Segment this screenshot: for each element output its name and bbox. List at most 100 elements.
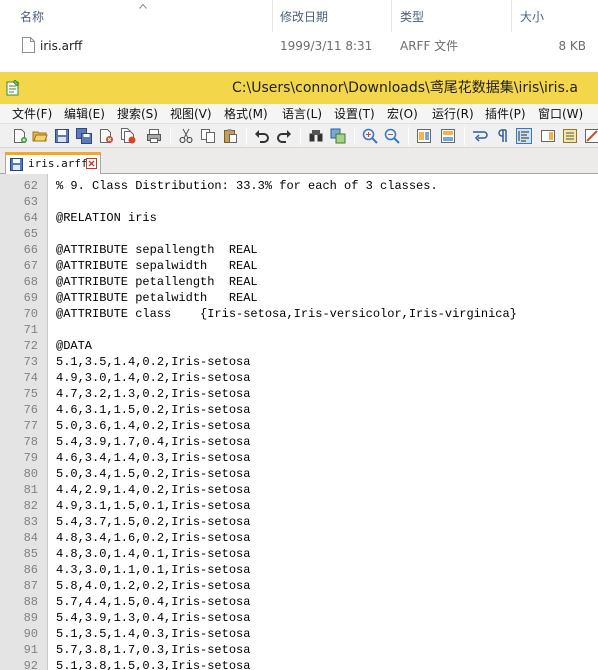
code-line[interactable]: 66 @ATTRIBUTE sepallength REAL (0, 242, 598, 258)
close-file-icon[interactable] (98, 128, 114, 144)
text-editor[interactable]: 62 % 9. Class Distribution: 33.3% for eac… (0, 174, 598, 670)
code-line[interactable]: 87 5.8,4.0,1.2,0.2,Iris-setosa (0, 578, 598, 594)
function-list-icon[interactable] (562, 128, 578, 144)
column-divider[interactable] (272, 0, 273, 32)
code-line[interactable]: 86 4.3,3.0,1.1,0.1,Iris-setosa (0, 562, 598, 578)
zoom-in-icon[interactable] (362, 128, 378, 144)
code-line[interactable]: 82 4.9,3.1,1.5,0.1,Iris-setosa (0, 498, 598, 514)
toolbar (0, 124, 598, 148)
line-text: 4.9,3.0,1.4,0.2,Iris-setosa (56, 371, 251, 385)
code-line[interactable]: 79 4.6,3.4,1.4,0.3,Iris-setosa (0, 450, 598, 466)
save-icon[interactable] (54, 128, 70, 144)
zoom-out-icon[interactable] (384, 128, 400, 144)
line-text: 5.4,3.7,1.5,0.2,Iris-setosa (56, 515, 251, 529)
menu-file[interactable]: 文件(F) (12, 104, 52, 124)
line-number: 85 (23, 547, 38, 561)
file-name: iris.arff (40, 39, 83, 53)
indent-guide-icon[interactable] (516, 128, 532, 144)
replace-icon[interactable] (330, 128, 346, 144)
menu-plugins[interactable]: 插件(P) (485, 104, 526, 124)
line-text: 5.4,3.9,1.7,0.4,Iris-setosa (56, 435, 251, 449)
column-header-type[interactable]: 类型 (400, 0, 510, 32)
tab-iris-arff[interactable]: iris.arff (5, 152, 101, 174)
column-header-size[interactable]: 大小 (520, 0, 598, 32)
toolbar-separator (246, 127, 247, 145)
code-line[interactable]: 69 @ATTRIBUTE petalwidth REAL (0, 290, 598, 306)
new-file-icon[interactable] (12, 128, 28, 144)
code-line[interactable]: 91 5.7,3.8,1.7,0.3,Iris-setosa (0, 642, 598, 658)
line-text: 4.6,3.1,1.5,0.2,Iris-setosa (56, 403, 251, 417)
code-line[interactable]: 73 5.1,3.5,1.4,0.2,Iris-setosa (0, 354, 598, 370)
column-header-row: 名称 修改日期 类型 大小 (0, 0, 598, 32)
code-line[interactable]: 72 @DATA (0, 338, 598, 354)
column-header-date[interactable]: 修改日期 (280, 0, 390, 32)
code-line[interactable]: 71 (0, 322, 598, 338)
code-line[interactable]: 63 (0, 194, 598, 210)
menu-bar: 文件(F) 编辑(E) 搜索(S) 视图(V) 格式(M) 语言(L) 设置(T… (0, 104, 598, 124)
menu-macro[interactable]: 宏(O) (387, 104, 418, 124)
code-line[interactable]: 75 4.7,3.2,1.3,0.2,Iris-setosa (0, 386, 598, 402)
code-line[interactable]: 74 4.9,3.0,1.4,0.2,Iris-setosa (0, 370, 598, 386)
close-tab-icon[interactable] (86, 158, 97, 169)
find-icon[interactable] (308, 128, 324, 144)
undo-icon[interactable] (254, 128, 270, 144)
code-line[interactable]: 68 @ATTRIBUTE petallength REAL (0, 274, 598, 290)
cut-icon[interactable] (178, 128, 194, 144)
code-line[interactable]: 92 5.1,3.8,1.5,0.3,Iris-setosa (0, 658, 598, 670)
menu-view[interactable]: 视图(V) (170, 104, 212, 124)
redo-icon[interactable] (276, 128, 292, 144)
notepad-plus-plus-window: C:\Users\connor\Downloads\鸢尾花数据集\iris\ir… (0, 72, 598, 670)
show-all-characters-icon[interactable] (494, 128, 510, 144)
code-line[interactable]: 65 (0, 226, 598, 242)
menu-window[interactable]: 窗口(W) (538, 104, 583, 124)
code-line[interactable]: 83 5.4,3.7,1.5,0.2,Iris-setosa (0, 514, 598, 530)
file-icon (22, 37, 35, 53)
save-all-icon[interactable] (76, 128, 92, 144)
line-number: 78 (23, 435, 38, 449)
code-line[interactable]: 90 5.1,3.5,1.4,0.3,Iris-setosa (0, 626, 598, 642)
close-all-icon[interactable] (120, 128, 136, 144)
menu-edit[interactable]: 编辑(E) (64, 104, 105, 124)
column-divider[interactable] (391, 0, 392, 32)
code-line[interactable]: 78 5.4,3.9,1.7,0.4,Iris-setosa (0, 434, 598, 450)
line-text: @ATTRIBUTE petallength REAL (56, 275, 258, 289)
menu-search[interactable]: 搜索(S) (117, 104, 158, 124)
open-folder-icon[interactable] (32, 128, 48, 144)
file-row[interactable]: iris.arff 1999/3/11 8:31 ARFF 文件 8 KB (0, 32, 598, 60)
file-type: ARFF 文件 (400, 39, 459, 53)
paste-icon[interactable] (222, 128, 238, 144)
code-line[interactable]: 84 4.8,3.4,1.6,0.2,Iris-setosa (0, 530, 598, 546)
code-line[interactable]: 67 @ATTRIBUTE sepalwidth REAL (0, 258, 598, 274)
code-line[interactable]: 70 @ATTRIBUTE class {Iris-setosa,Iris-ver… (0, 306, 598, 322)
menu-run[interactable]: 运行(R) (432, 104, 474, 124)
line-number: 86 (23, 563, 38, 577)
line-number: 90 (23, 627, 38, 641)
code-line[interactable]: 88 5.7,4.4,1.5,0.4,Iris-setosa (0, 594, 598, 610)
print-icon[interactable] (146, 128, 162, 144)
code-line[interactable]: 62 % 9. Class Distribution: 33.3% for eac… (0, 178, 598, 194)
sync-vertical-scroll-icon[interactable] (416, 128, 432, 144)
copy-icon[interactable] (200, 128, 216, 144)
title-bar[interactable]: C:\Users\connor\Downloads\鸢尾花数据集\iris\ir… (0, 72, 598, 104)
code-line[interactable]: 85 4.8,3.0,1.4,0.1,Iris-setosa (0, 546, 598, 562)
menu-language[interactable]: 语言(L) (282, 104, 322, 124)
folder-as-workspace-icon[interactable] (584, 128, 598, 144)
menu-format[interactable]: 格式(M) (224, 104, 268, 124)
column-divider[interactable] (511, 0, 512, 32)
menu-settings[interactable]: 设置(T) (334, 104, 375, 124)
code-line[interactable]: 77 5.0,3.6,1.4,0.2,Iris-setosa (0, 418, 598, 434)
code-line[interactable]: 76 4.6,3.1,1.5,0.2,Iris-setosa (0, 402, 598, 418)
line-number: 82 (23, 499, 38, 513)
line-number: 76 (23, 403, 38, 417)
sync-horizontal-scroll-icon[interactable] (440, 128, 456, 144)
word-wrap-icon[interactable] (472, 128, 488, 144)
line-text: 5.1,3.8,1.5,0.3,Iris-setosa (56, 659, 251, 670)
code-line[interactable]: 89 5.4,3.9,1.3,0.4,Iris-setosa (0, 610, 598, 626)
code-line[interactable]: 81 4.4,2.9,1.4,0.2,Iris-setosa (0, 482, 598, 498)
document-map-icon[interactable] (540, 128, 556, 144)
line-text: 4.6,3.4,1.4,0.3,Iris-setosa (56, 451, 251, 465)
code-line[interactable]: 64 @RELATION iris (0, 210, 598, 226)
file-size: 8 KB (558, 39, 586, 53)
line-text: 4.7,3.2,1.3,0.2,Iris-setosa (56, 387, 251, 401)
code-line[interactable]: 80 5.0,3.4,1.5,0.2,Iris-setosa (0, 466, 598, 482)
